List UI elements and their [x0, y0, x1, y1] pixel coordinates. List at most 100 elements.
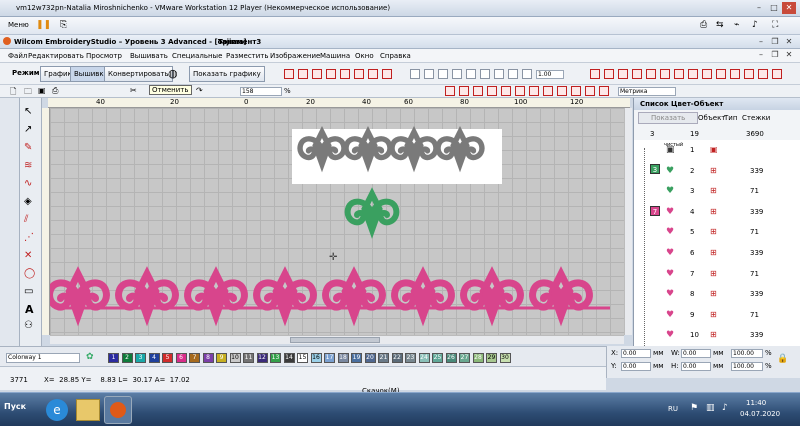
menu-view[interactable]: Просмотр	[86, 52, 122, 60]
app-restore-icon[interactable]: ❐	[768, 36, 782, 48]
view-icon[interactable]	[632, 69, 642, 79]
stitch-type-icon[interactable]	[557, 86, 567, 96]
color-swatch[interactable]: 9	[216, 353, 227, 363]
color-swatch[interactable]: 24	[418, 353, 430, 363]
shape-icon[interactable]	[410, 69, 420, 79]
app-minimize-icon[interactable]: –	[754, 36, 768, 48]
mode-convert-tab[interactable]: Конвертировать	[104, 66, 173, 82]
app-close-icon[interactable]: ✕	[782, 36, 796, 48]
color-swatch[interactable]: 11	[243, 353, 254, 363]
devices-icon[interactable]: ⎙	[700, 20, 707, 30]
units-select[interactable]: Метрика	[618, 87, 676, 96]
color-swatch[interactable]: 7	[189, 353, 200, 363]
view-icon[interactable]	[716, 69, 726, 79]
color-swatch[interactable]: 30	[499, 353, 511, 363]
vm-menu-button[interactable]: Меню	[8, 21, 29, 29]
color-swatch[interactable]: 21	[378, 353, 389, 363]
usb-icon[interactable]: ⌁	[734, 20, 739, 30]
menu-machine[interactable]: Машина	[320, 52, 350, 60]
x-field[interactable]: 0.00	[621, 349, 651, 358]
menu-image[interactable]: Изображение	[270, 52, 320, 60]
color-swatch[interactable]: 18	[337, 353, 349, 363]
panel-show-button[interactable]: Показать	[638, 112, 699, 124]
palette-icon[interactable]: ✿	[86, 352, 94, 362]
stitch-type-icon[interactable]	[585, 86, 595, 96]
horizontal-scrollbar[interactable]	[50, 335, 624, 344]
redo-icon[interactable]: ↷	[196, 86, 203, 95]
fill-icon[interactable]: ≋	[24, 160, 32, 171]
shape-icon[interactable]	[508, 69, 518, 79]
explorer-icon[interactable]	[76, 399, 100, 421]
cross-icon[interactable]: ✕	[24, 250, 32, 261]
menu-help[interactable]: Справка	[380, 52, 411, 60]
color-swatch[interactable]: 12	[256, 353, 268, 363]
stitch-type-icon[interactable]	[543, 86, 553, 96]
close-icon[interactable]: ✕	[782, 2, 796, 14]
color-swatch[interactable]: 27	[459, 353, 470, 363]
pause-icon[interactable]: ❚❚	[36, 20, 51, 30]
view-icon[interactable]	[618, 69, 628, 79]
object-row[interactable]: 6 ♥ ⊞ 339	[634, 243, 800, 263]
shape-icon[interactable]	[466, 69, 476, 79]
doc-restore-icon[interactable]: ❐	[768, 49, 782, 61]
view-icon[interactable]	[744, 69, 754, 79]
shape-icon[interactable]	[452, 69, 462, 79]
lettering-icon[interactable]: A	[25, 303, 34, 316]
shape-icon[interactable]	[522, 69, 532, 79]
view-icon[interactable]	[772, 69, 782, 79]
send-keys-icon[interactable]: ⎘	[60, 20, 67, 30]
stitch-length-field[interactable]: 1.00	[536, 70, 564, 79]
maximize-icon[interactable]: □	[767, 2, 781, 14]
w-field[interactable]: 0.00	[681, 349, 711, 358]
color-swatch[interactable]: 29	[486, 353, 497, 363]
save-icon[interactable]: ▣	[38, 86, 46, 95]
select-arrow-icon[interactable]: ↖	[24, 106, 32, 117]
print-icon[interactable]: ⎙	[52, 86, 58, 96]
cut-icon[interactable]: ✂	[130, 86, 137, 95]
sound-icon[interactable]: ♪	[752, 20, 758, 30]
view-icon[interactable]	[646, 69, 656, 79]
object-row[interactable]: 9 ♥ ⊞ 71	[634, 305, 800, 325]
network-tray-icon[interactable]: ▥	[706, 403, 715, 413]
object-row[interactable]: 3 ♥ ⊞ 71	[634, 181, 800, 201]
object-row[interactable]: 1 ▣ ▣ чистый	[634, 140, 800, 160]
menu-special[interactable]: Специальные	[172, 52, 222, 60]
object-row[interactable]: 8 ♥ ⊞ 339	[634, 284, 800, 304]
stitch-type-icon[interactable]	[571, 86, 581, 96]
color-swatch[interactable]: 23	[405, 353, 416, 363]
menu-arrange[interactable]: Разместить	[226, 52, 269, 60]
menu-edit[interactable]: Редактировать	[28, 52, 84, 60]
color-swatch[interactable]: 1	[108, 353, 119, 363]
color-swatch[interactable]: 15	[297, 353, 308, 363]
globe-icon[interactable]: ◍	[168, 67, 178, 80]
object-row[interactable]: 5 ♥ ⊞ 71	[634, 222, 800, 242]
circle-icon[interactable]: ◯	[24, 268, 35, 279]
language-indicator[interactable]: RU	[668, 405, 678, 413]
lock-icon[interactable]: 🔒	[777, 354, 788, 364]
color-swatch[interactable]: 3	[135, 353, 146, 363]
view-icon[interactable]	[660, 69, 670, 79]
color-swatch[interactable]: 10	[229, 353, 241, 363]
zoom-field[interactable]: 158	[240, 87, 282, 96]
shape-icon[interactable]	[480, 69, 490, 79]
shape-icon[interactable]	[494, 69, 504, 79]
color-swatch[interactable]: 26	[445, 353, 457, 363]
view-icon[interactable]	[590, 69, 600, 79]
color-swatch[interactable]: 19	[351, 353, 362, 363]
network-icon[interactable]: ⇆	[716, 20, 724, 30]
stitch-type-icon[interactable]	[487, 86, 497, 96]
view-icon[interactable]	[604, 69, 614, 79]
reshape-icon[interactable]: ↗	[24, 124, 32, 135]
stitch-type-icon[interactable]	[459, 86, 469, 96]
ie-icon[interactable]: e	[46, 399, 68, 421]
y-field[interactable]: 0.00	[621, 362, 651, 371]
menu-window[interactable]: Окно	[355, 52, 374, 60]
color-group-badge[interactable]: 3	[650, 164, 660, 174]
stitch-type-icon[interactable]	[515, 86, 525, 96]
horizontal-scroll-thumb[interactable]	[290, 337, 380, 343]
color-swatch[interactable]: 22	[391, 353, 403, 363]
tray-icon[interactable]: ⚑	[690, 403, 698, 413]
stitch-icon[interactable]	[326, 69, 336, 79]
h-field[interactable]: 0.00	[681, 362, 711, 371]
color-swatch[interactable]: 20	[364, 353, 376, 363]
